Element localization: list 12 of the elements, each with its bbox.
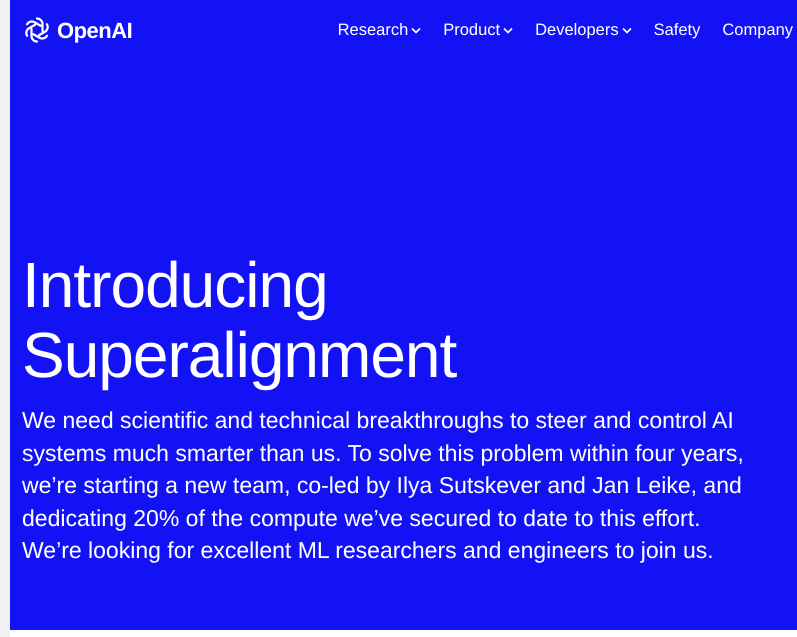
chevron-down-icon xyxy=(411,26,422,34)
nav-link[interactable]: Developers xyxy=(535,18,632,42)
nav-link[interactable]: Product xyxy=(443,18,514,42)
logo-link[interactable]: OpenAI xyxy=(22,14,132,46)
chevron-down-icon xyxy=(622,26,632,34)
nav-link[interactable]: Safety xyxy=(654,18,700,42)
page-title: Introducing Superalignment xyxy=(22,250,458,390)
nav-link[interactable]: Research xyxy=(338,18,422,42)
intro-paragraph: We need scientific and technical breakthroughs to steer and control AI systems much smarter than us. To solve this problem within four years, we’re starting a new team, co-led by Ilya Sutskever and Jan Leike, and dedicating 20% of the compute we’ve secured to date to this effort. We’re looking for excellent ML researchers and engineers to join us. xyxy=(22,406,745,565)
nav-link[interactable]: Company xyxy=(722,18,793,42)
logo-icon xyxy=(22,15,52,45)
chevron-down-icon xyxy=(503,26,514,34)
